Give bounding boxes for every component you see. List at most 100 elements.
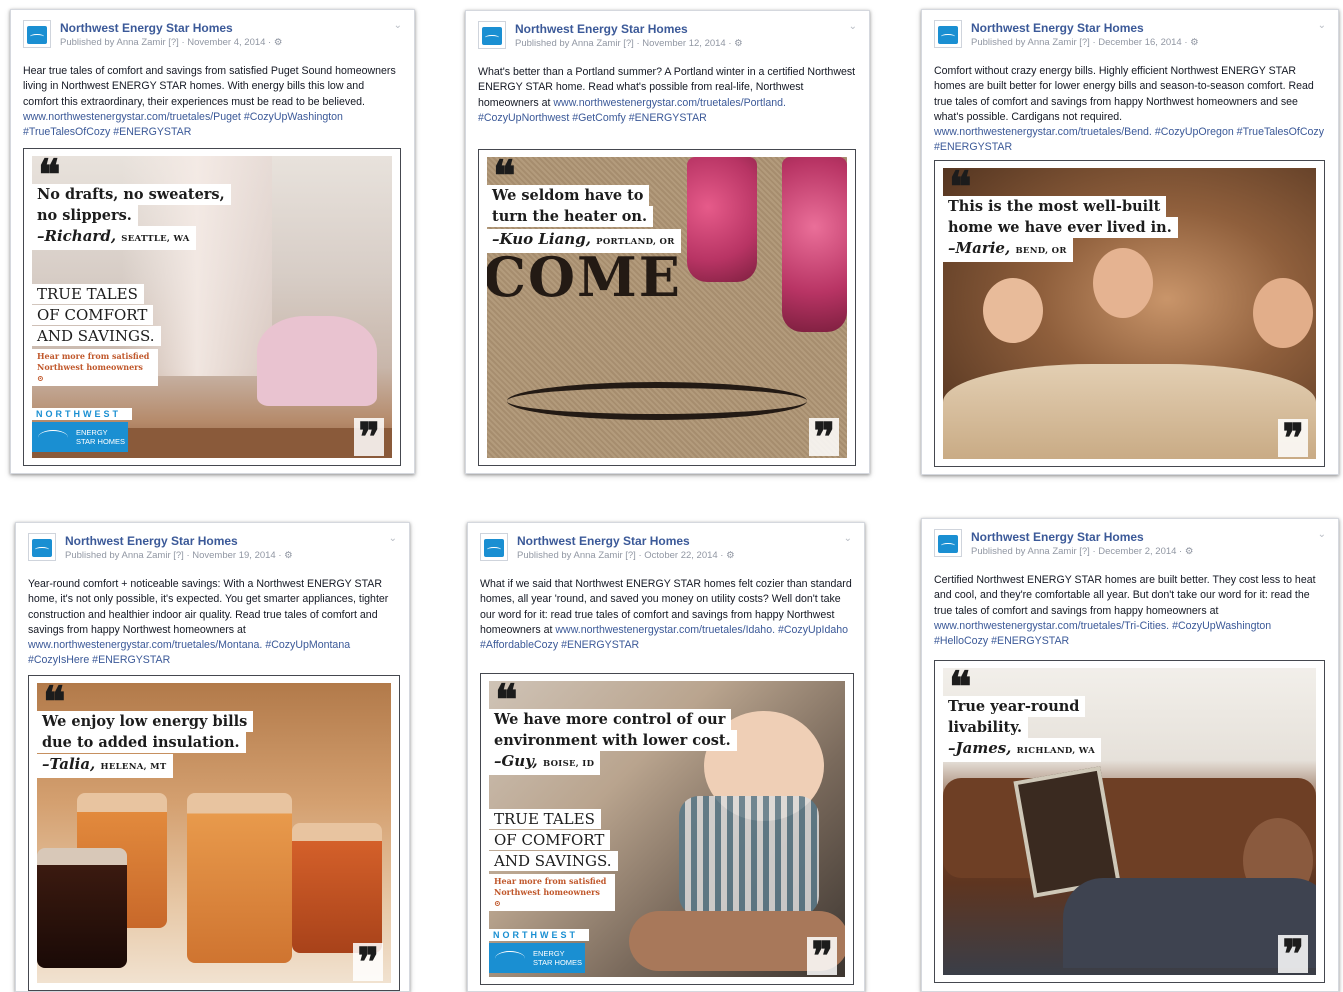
quote-attribution: –Marie, BEND, OR <box>943 238 1073 262</box>
post-card: Northwest Energy Star Homes Published by… <box>15 522 410 992</box>
post-header: Northwest Energy Star Homes Published by… <box>23 20 402 56</box>
quote-attribution: –Richard, SEATTLE, WA <box>32 226 196 250</box>
page-avatar-icon[interactable] <box>28 533 56 561</box>
post-text: What if we said that Northwest ENERGY ST… <box>480 577 852 653</box>
quote-line: livability. <box>943 717 1029 738</box>
quote-line: home we have ever lived in. <box>943 217 1178 238</box>
post-meta: Published by Anna Zamir [?] · November 1… <box>65 550 293 561</box>
quote-attribution: –Guy, BOISE, ID <box>489 751 601 775</box>
photo-kids-under-blanket: ❝ This is the most well-built home we ha… <box>943 168 1316 459</box>
energy-star-logo-icon: ENERGY STAR HOMES <box>489 943 585 973</box>
quote-line: due to added insulation. <box>37 732 246 753</box>
post-card: Northwest Energy Star Homes Published by… <box>10 9 415 474</box>
page-name-link[interactable]: Northwest Energy Star Homes <box>515 22 688 36</box>
post-text: Certified Northwest ENERGY STAR homes ar… <box>934 573 1326 649</box>
post-link[interactable]: www.northwestenergystar.com/truetales/Tr… <box>934 620 1169 632</box>
pink-dress-shape <box>257 316 377 406</box>
post-link[interactable]: www.northwestenergystar.com/truetales/Id… <box>555 624 775 636</box>
post-body: Comfort without crazy energy bills. High… <box>934 65 1314 123</box>
page-avatar-icon[interactable] <box>934 20 962 48</box>
page-avatar-icon[interactable] <box>934 529 962 557</box>
quote-line: environment with lower cost. <box>489 730 737 751</box>
quote-line: turn the heater on. <box>487 206 654 227</box>
post-text: Year-round comfort + noticeable savings:… <box>28 577 397 669</box>
post-image[interactable]: ❝ We have more control of our environmen… <box>480 673 854 985</box>
attribution-city: BEND, OR <box>1015 246 1067 256</box>
post-image[interactable]: ❝ No drafts, no sweaters, no slippers. –… <box>23 148 401 466</box>
chevron-down-icon[interactable]: ⌄ <box>394 20 402 31</box>
chevron-down-icon[interactable]: ⌄ <box>1318 529 1326 540</box>
post-card: Northwest Energy Star Homes Published by… <box>465 10 870 474</box>
post-image[interactable]: ❝ We enjoy low energy bills due to added… <box>28 675 400 991</box>
post-meta: Published by Anna Zamir [?] · December 1… <box>971 37 1199 48</box>
page-avatar-icon[interactable] <box>480 533 508 561</box>
boot-right-shape <box>782 157 847 332</box>
quote-line: We have more control of our <box>489 709 732 730</box>
post-body: Year-round comfort + noticeable savings:… <box>28 578 389 636</box>
chevron-down-icon[interactable]: ⌄ <box>1318 20 1326 31</box>
true-tales-line: AND SAVINGS. <box>489 851 618 871</box>
jar-shape <box>292 823 382 953</box>
quote-attribution: –James, RICHLAND, WA <box>943 738 1102 762</box>
page-name-link[interactable]: Northwest Energy Star Homes <box>971 21 1144 35</box>
quote-close-icon: ❞ <box>807 937 837 977</box>
post-card: Northwest Energy Star Homes Published by… <box>921 9 1339 475</box>
post-body: Hear true tales of comfort and savings f… <box>23 65 396 108</box>
post-text: Comfort without crazy energy bills. High… <box>934 64 1326 156</box>
boot-left-shape <box>687 157 757 282</box>
hear-more-text: Hear more from satisfied Northwest homeo… <box>32 349 158 386</box>
post-header: Northwest Energy Star Homes Published by… <box>934 20 1326 56</box>
quote-close-icon: ❞ <box>809 418 839 458</box>
page-name-link[interactable]: Northwest Energy Star Homes <box>517 534 690 548</box>
plaid-shirt-shape <box>679 796 819 916</box>
post-header: Northwest Energy Star Homes Published by… <box>480 533 852 569</box>
photo-jam-jars: ❝ We enjoy low energy bills due to added… <box>37 683 391 983</box>
attribution-name: –Richard, <box>37 227 117 245</box>
post-card: Northwest Energy Star Homes Published by… <box>921 518 1339 992</box>
child-face-shape <box>1093 248 1153 318</box>
post-link[interactable]: www.northwestenergystar.com/truetales/Po… <box>553 97 786 109</box>
northwest-wordmark: NORTHWEST <box>32 408 132 420</box>
true-tales-line: TRUE TALES <box>489 809 601 829</box>
true-tales-line: OF COMFORT <box>32 305 154 325</box>
post-image[interactable]: ❝ This is the most well-built home we ha… <box>934 160 1325 467</box>
jar-shape <box>37 848 127 968</box>
child-face-shape <box>983 278 1043 343</box>
quote-line: We seldom have to <box>487 185 650 206</box>
attribution-name: –Marie, <box>948 239 1011 257</box>
quote-attribution: –Talia, HELENA, MT <box>37 754 173 778</box>
energy-star-logo-text: ENERGY STAR HOMES <box>533 949 583 967</box>
attribution-name: –Talia, <box>42 755 96 773</box>
post-image[interactable]: ❝ True year-round livability. –James, RI… <box>934 660 1325 983</box>
quote-line: no slippers. <box>32 205 138 226</box>
hear-more-text: Hear more from satisfied Northwest homeo… <box>489 874 615 911</box>
page-avatar-icon[interactable] <box>478 21 506 49</box>
page-name-link[interactable]: Northwest Energy Star Homes <box>60 21 233 35</box>
post-hashtags[interactable]: #CozyUpNorthwest #GetComfy #ENERGYSTAR <box>478 112 707 124</box>
post-header: Northwest Energy Star Homes Published by… <box>28 533 397 569</box>
doormat-text: COME <box>487 245 682 309</box>
post-link[interactable]: www.northwestenergystar.com/truetales/Mo… <box>28 639 262 651</box>
post-meta: Published by Anna Zamir [?] · December 2… <box>971 546 1194 557</box>
page-name-link[interactable]: Northwest Energy Star Homes <box>65 534 238 548</box>
post-card: Northwest Energy Star Homes Published by… <box>467 522 865 992</box>
chevron-down-icon[interactable]: ⌄ <box>389 533 397 544</box>
post-link[interactable]: www.northwestenergystar.com/truetales/Be… <box>934 126 1152 138</box>
quote-close-icon: ❞ <box>1278 419 1308 459</box>
quote-attribution: –Kuo Liang, PORTLAND, OR <box>487 229 681 253</box>
post-link[interactable]: www.northwestenergystar.com/truetales/Pu… <box>23 111 241 123</box>
jar-shape <box>187 793 292 963</box>
chevron-down-icon[interactable]: ⌄ <box>849 21 857 32</box>
post-meta: Published by Anna Zamir [?] · November 1… <box>515 38 743 49</box>
quote-line: No drafts, no sweaters, <box>32 184 231 205</box>
post-image[interactable]: COME ❝ We seldom have to turn the heater… <box>478 149 856 466</box>
page-name-link[interactable]: Northwest Energy Star Homes <box>971 530 1144 544</box>
true-tales-line: TRUE TALES <box>32 284 144 304</box>
post-text: What's better than a Portland summer? A … <box>478 65 857 126</box>
page-avatar-icon[interactable] <box>23 20 51 48</box>
child-face-shape <box>1253 278 1313 348</box>
photo-father-baby: ❝ We have more control of our environmen… <box>489 681 845 977</box>
attribution-city: BOISE, ID <box>542 759 595 769</box>
chevron-down-icon[interactable]: ⌄ <box>844 533 852 544</box>
quote-close-icon: ❞ <box>354 418 384 458</box>
